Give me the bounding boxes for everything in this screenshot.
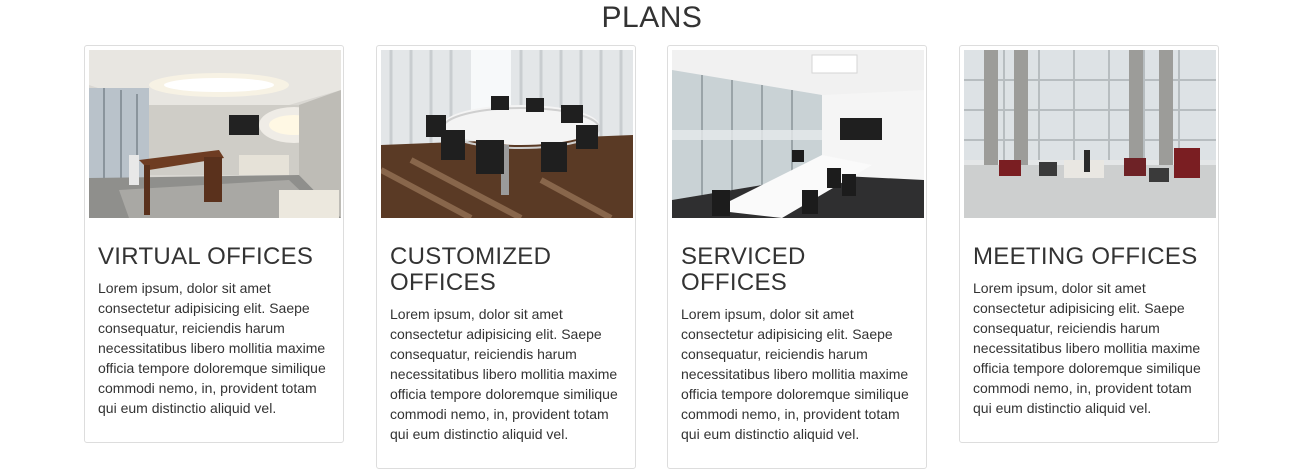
card-body: CUSTOMIZED OFFICES Lorem ipsum, dolor si… xyxy=(381,218,631,444)
conference-table-photo xyxy=(381,50,633,218)
lobby-lounge-photo xyxy=(964,50,1216,218)
card-text: Lorem ipsum, dolor sit amet consectetur … xyxy=(973,280,1201,416)
card-title: MEETING OFFICES xyxy=(973,243,1198,270)
plans-card-list: VIRTUAL OFFICES Lorem ipsum, dolor sit a… xyxy=(84,45,1219,469)
plan-card-virtual-offices: VIRTUAL OFFICES Lorem ipsum, dolor sit a… xyxy=(84,45,344,443)
card-text: Lorem ipsum, dolor sit amet consectetur … xyxy=(681,306,909,442)
card-body: SERVICED OFFICES Lorem ipsum, dolor sit … xyxy=(672,218,922,444)
card-body: MEETING OFFICES Lorem ipsum, dolor sit a… xyxy=(964,218,1214,418)
card-body: VIRTUAL OFFICES Lorem ipsum, dolor sit a… xyxy=(89,218,339,418)
plan-card-customized-offices: CUSTOMIZED OFFICES Lorem ipsum, dolor si… xyxy=(376,45,636,469)
private-office-photo xyxy=(89,50,341,218)
section-title: PLANS xyxy=(601,1,703,34)
card-text: Lorem ipsum, dolor sit amet consectetur … xyxy=(98,280,326,416)
glass-meeting-room-photo xyxy=(672,50,924,218)
card-title: SERVICED OFFICES xyxy=(681,243,806,296)
plan-card-meeting-offices: MEETING OFFICES Lorem ipsum, dolor sit a… xyxy=(959,45,1219,443)
card-text: Lorem ipsum, dolor sit amet consectetur … xyxy=(390,306,618,442)
card-title: VIRTUAL OFFICES xyxy=(98,243,314,270)
card-title: CUSTOMIZED OFFICES xyxy=(390,243,552,296)
plan-card-serviced-offices: SERVICED OFFICES Lorem ipsum, dolor sit … xyxy=(667,45,927,469)
